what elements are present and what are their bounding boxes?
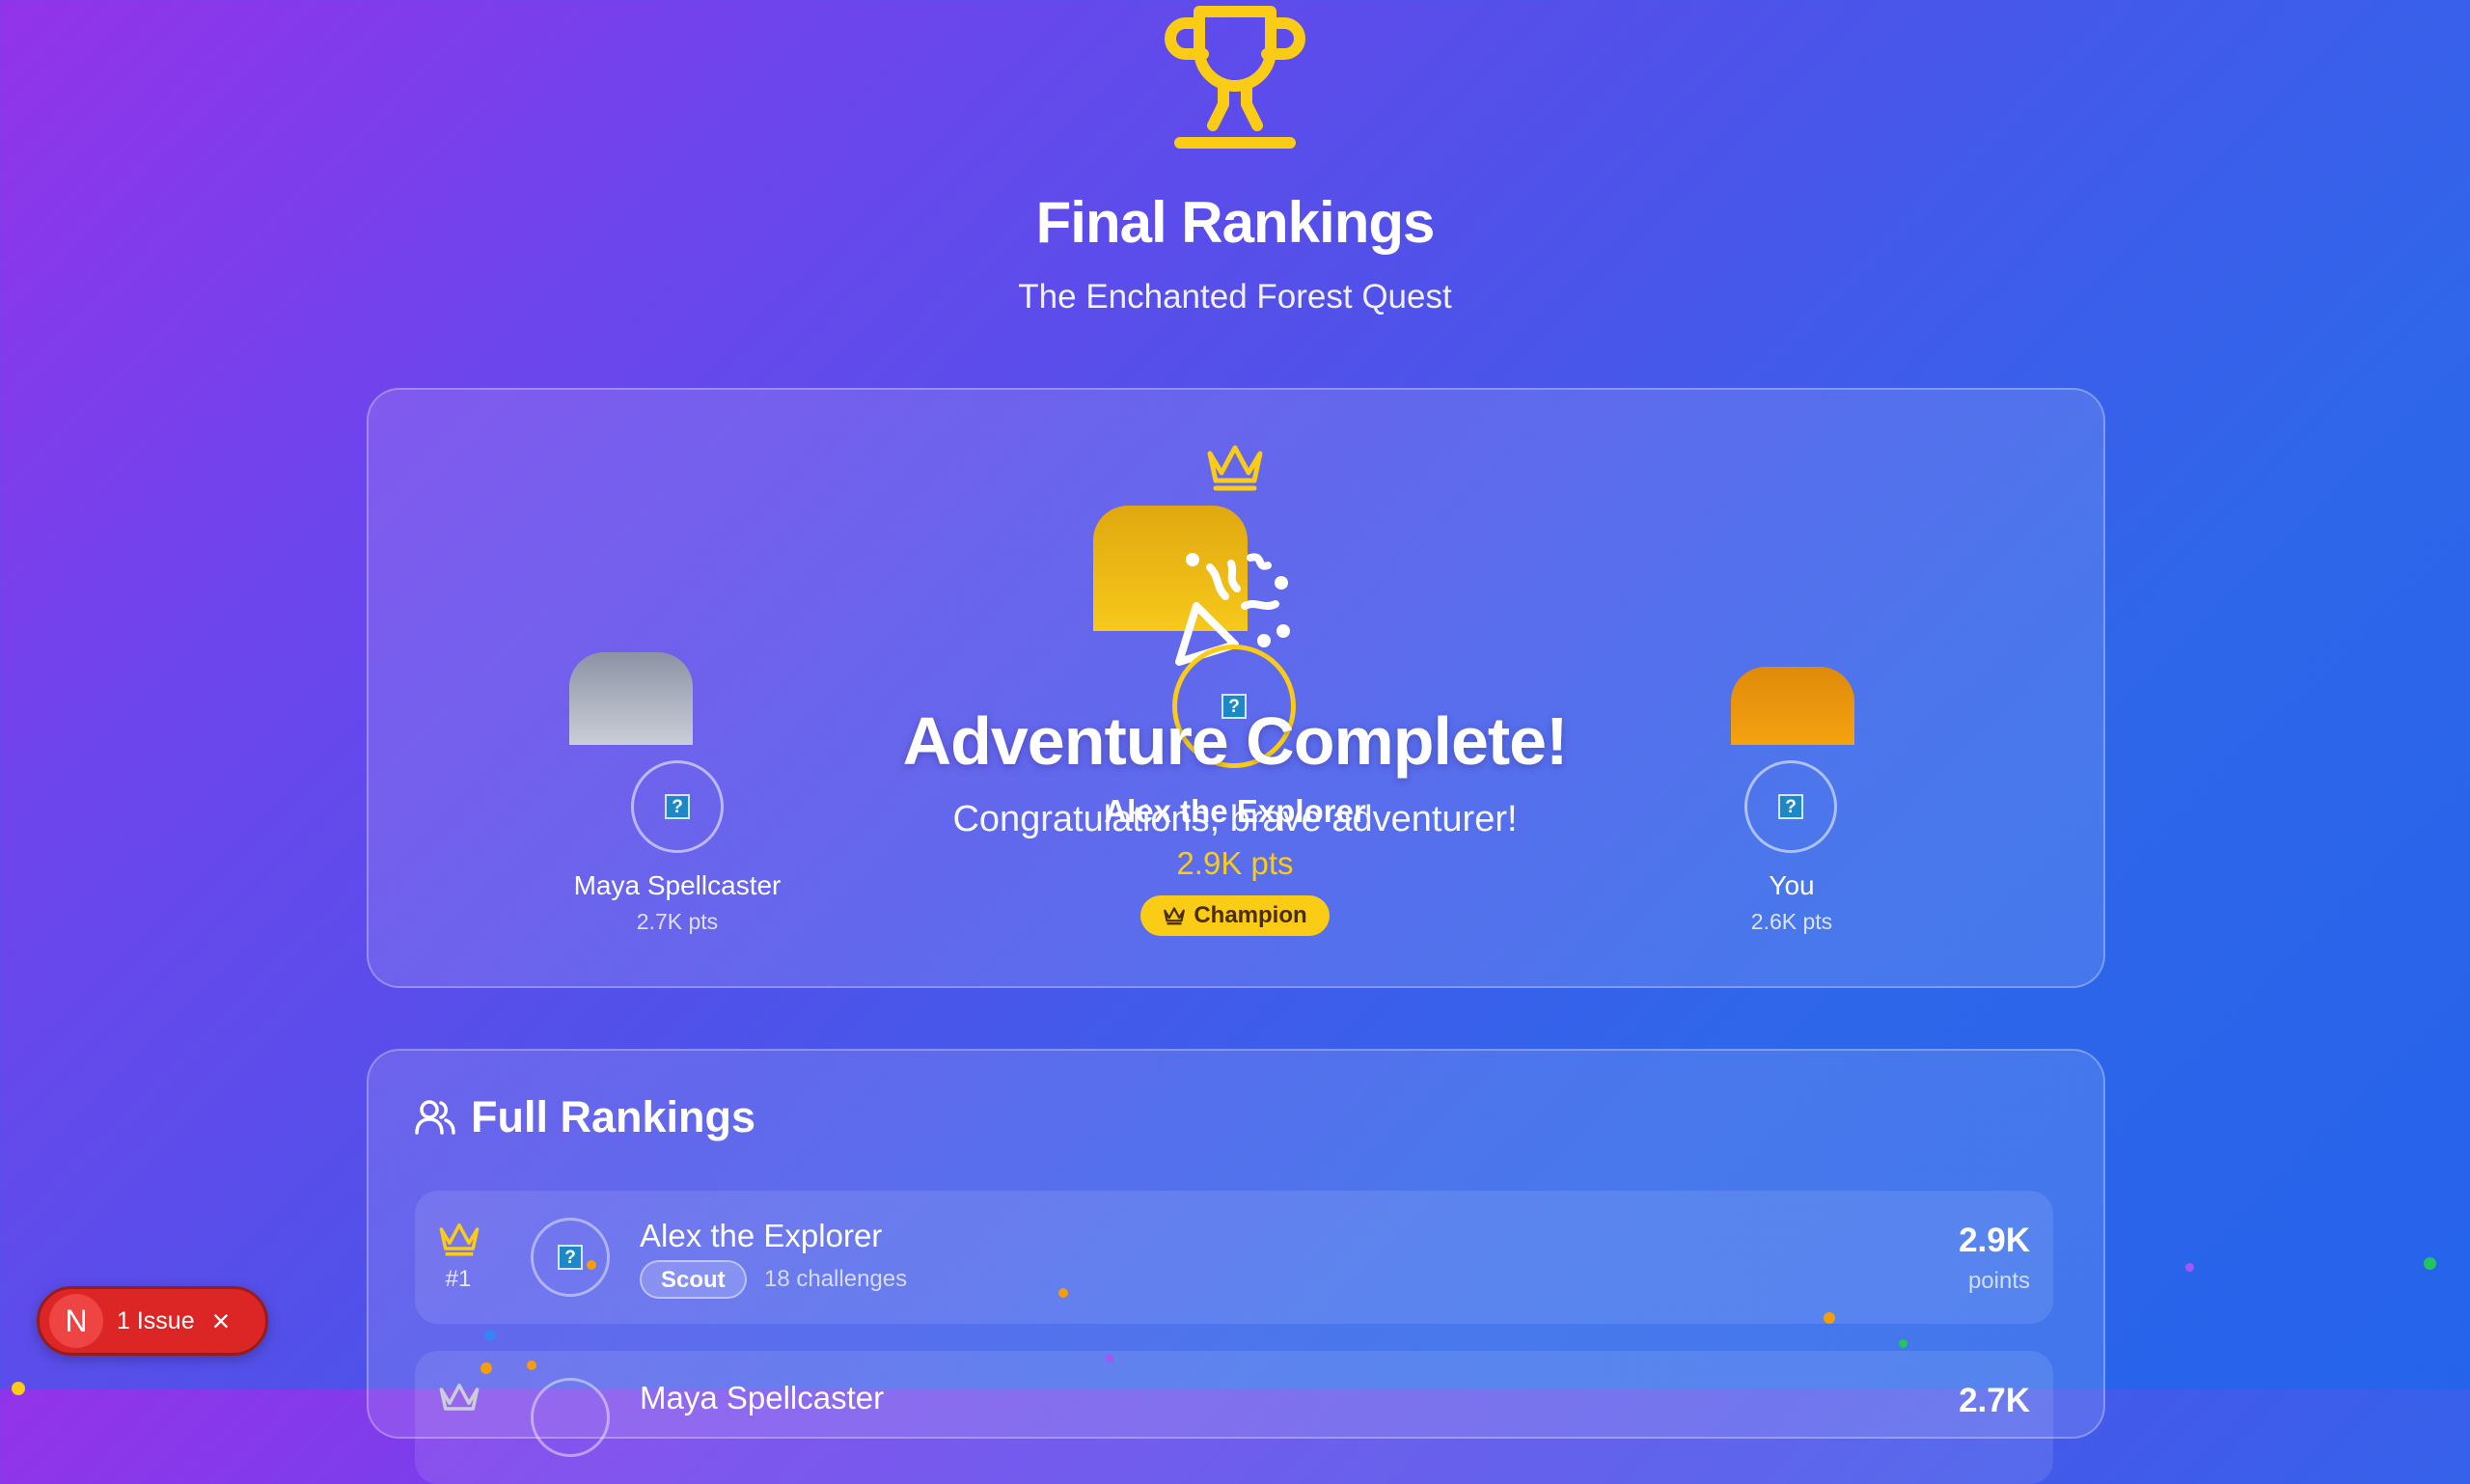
confetti-dot [12, 1382, 25, 1395]
confetti-dot [1824, 1312, 1835, 1324]
users-icon [415, 1100, 455, 1135]
role-tag: Scout [640, 1260, 747, 1299]
player-points: 2.9K [1959, 1222, 2030, 1259]
confetti-dot [1899, 1339, 1907, 1348]
first-points: 2.9K pts [1176, 845, 1294, 881]
third-name: You [1769, 870, 1815, 900]
crown-icon [1164, 907, 1186, 925]
crown-icon [439, 1223, 480, 1256]
confetti-dot [527, 1360, 536, 1370]
player-points: 2.7K [1959, 1382, 2030, 1419]
ranking-row[interactable]: #1 ? Alex the Explorer Scout 18 challeng… [415, 1191, 2053, 1324]
completion-subtitle: Congratulations, brave adventurer! [952, 799, 1518, 839]
full-rankings-title: Full Rankings [471, 1092, 756, 1141]
quest-subtitle: The Enchanted Forest Quest [1018, 278, 1452, 316]
points-label: points [1967, 1268, 2030, 1294]
player-name: Alex the Explorer [640, 1218, 883, 1253]
close-icon[interactable]: × [212, 1304, 231, 1339]
issues-badge[interactable]: N 1 Issue × [37, 1286, 268, 1356]
avatar-placeholder-icon: ? [558, 1245, 583, 1270]
confetti-dot [1058, 1288, 1068, 1298]
confetti-dot [480, 1362, 492, 1374]
champion-badge-label: Champion [1194, 902, 1307, 928]
full-rankings-header: Full Rankings [415, 1092, 755, 1142]
crown-icon [1207, 445, 1263, 491]
online-indicator [587, 1260, 596, 1270]
page-title: Final Rankings [1035, 190, 1436, 255]
champion-badge: Champion [1140, 895, 1330, 936]
avatar: ? [531, 1218, 610, 1297]
player-name: Maya Spellcaster [640, 1380, 885, 1415]
confetti-dot [1106, 1355, 1113, 1362]
completion-title: Adventure Complete! [902, 703, 1569, 779]
confetti-dot [2185, 1263, 2194, 1272]
rank-number: #1 [445, 1266, 472, 1292]
third-points: 2.6K pts [1750, 909, 1833, 934]
issues-label[interactable]: 1 Issue [117, 1307, 195, 1335]
challenges-count: 18 challenges [764, 1266, 908, 1292]
avatar [531, 1378, 610, 1457]
trophy-icon [1165, 6, 1305, 149]
confetti-dot [2424, 1257, 2436, 1270]
dev-indicator-icon[interactable]: N [49, 1294, 103, 1348]
medal-icon [439, 1383, 480, 1411]
second-name: Maya Spellcaster [573, 870, 782, 900]
confetti-dot [484, 1330, 496, 1341]
ranking-row[interactable]: Maya Spellcaster 2.7K [415, 1351, 2053, 1484]
second-points: 2.7K pts [636, 909, 719, 934]
